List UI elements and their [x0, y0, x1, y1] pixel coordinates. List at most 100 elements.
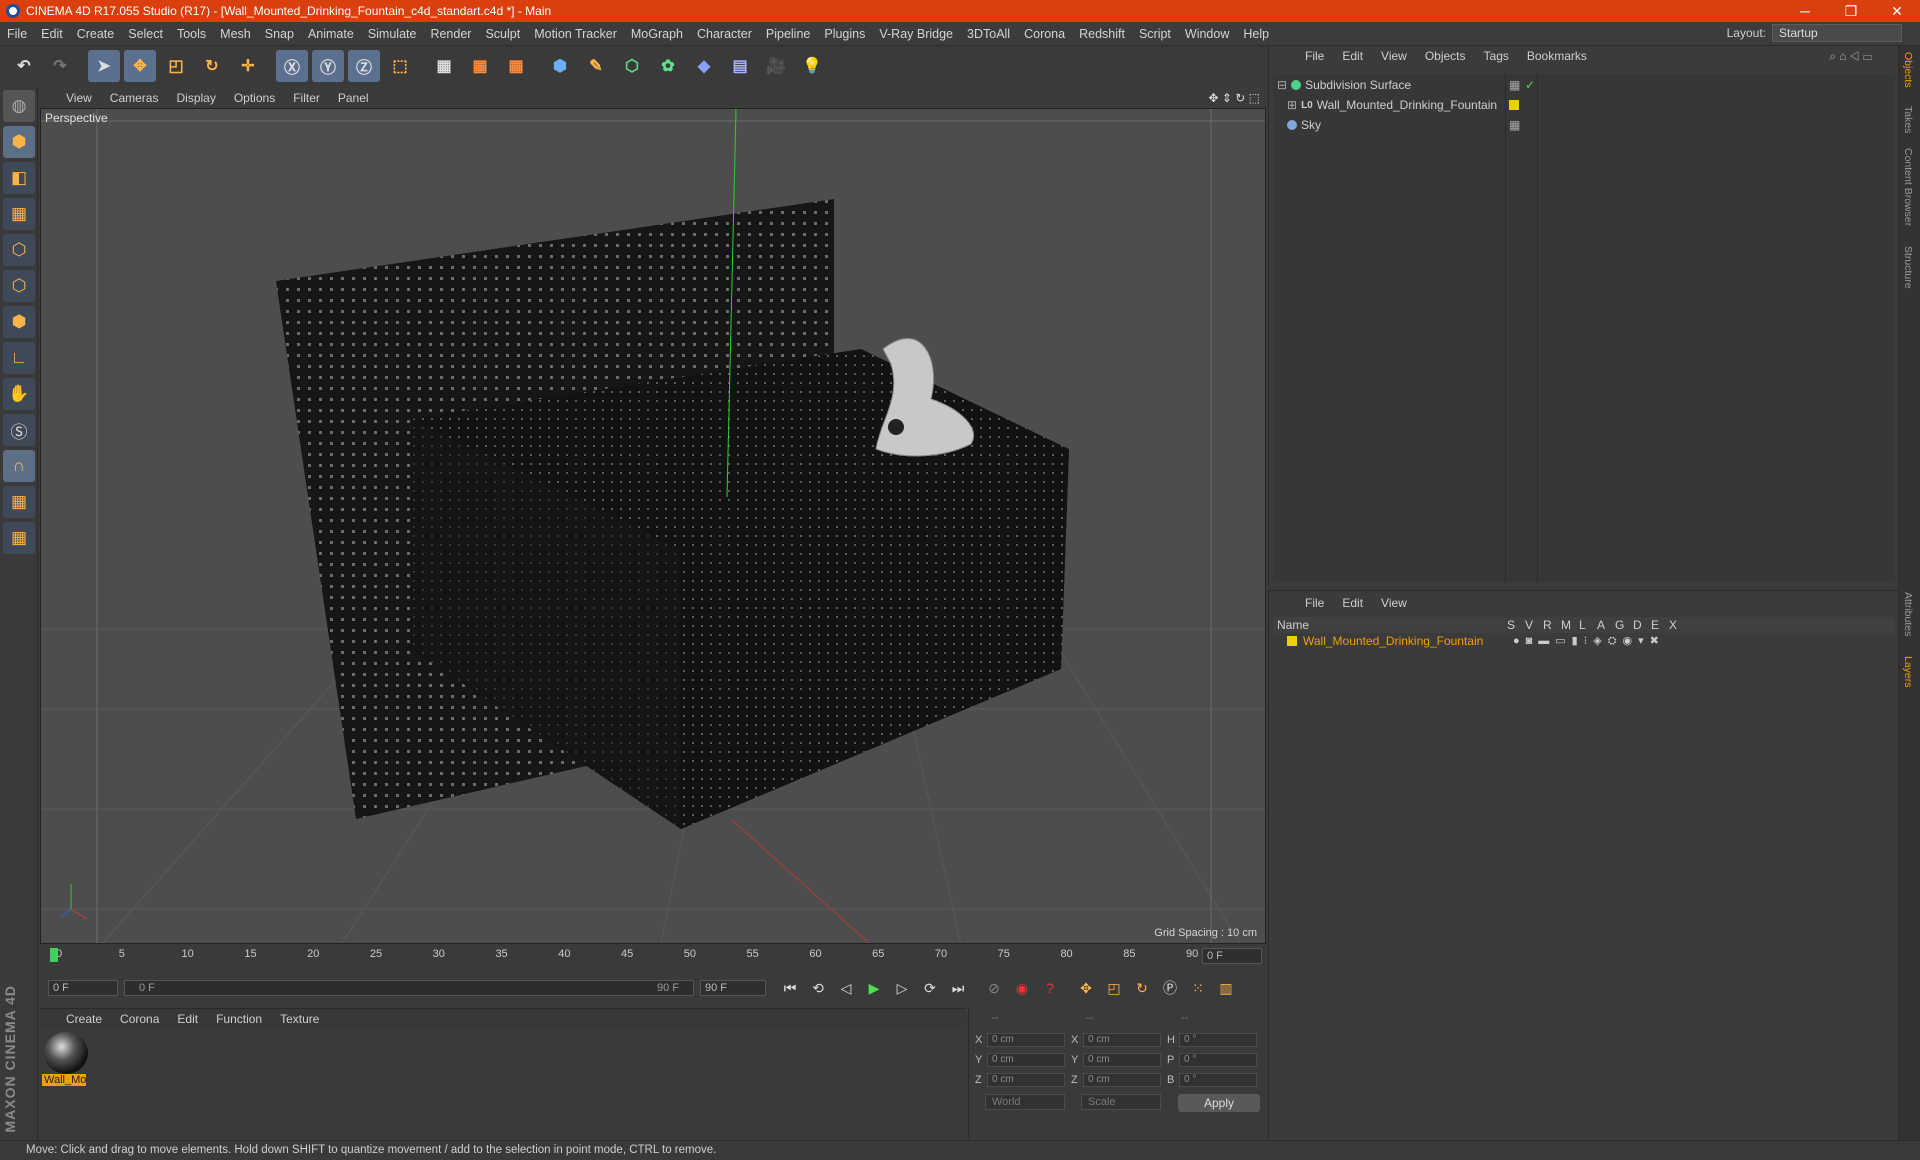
size-y-field[interactable]: 0 cm — [1083, 1053, 1161, 1067]
workplane-rotate-icon[interactable]: ▦ — [3, 522, 35, 554]
tab-attributes[interactable]: Attributes — [1902, 592, 1914, 636]
menu-vray-bridge[interactable]: V-Ray Bridge — [872, 27, 960, 41]
coordinate-mode-select[interactable]: World — [985, 1094, 1065, 1110]
points-mode-icon[interactable]: ⬡ — [3, 234, 35, 266]
coordinate-system-icon[interactable]: ⬚ — [384, 50, 416, 82]
redo-icon[interactable]: ↷ — [44, 50, 76, 82]
viewport-menu-filter[interactable]: Filter — [293, 91, 320, 105]
menu-select[interactable]: Select — [121, 27, 170, 41]
maximize-button[interactable]: ❐ — [1828, 0, 1874, 22]
viewport-menu-options[interactable]: Options — [234, 91, 275, 105]
object-menu-view[interactable]: View — [1381, 49, 1407, 63]
tab-content-browser[interactable]: Content Browser — [1902, 148, 1914, 226]
next-key-icon[interactable]: ⟳ — [918, 976, 942, 1000]
edges-mode-icon[interactable]: ⬡ — [3, 270, 35, 302]
key-rotation-icon[interactable]: ↻ — [1130, 976, 1154, 1000]
tree-row[interactable]: Sky ▦ — [1273, 116, 1895, 134]
keyframe-selection-icon[interactable]: ? — [1038, 976, 1062, 1000]
tree-row[interactable]: ⊞ L0 Wall_Mounted_Drinking_Fountain — [1273, 96, 1895, 114]
object-menu-tags[interactable]: Tags — [1484, 49, 1509, 63]
menu-animate[interactable]: Animate — [301, 27, 361, 41]
scale-tool-icon[interactable]: ◰ — [160, 50, 192, 82]
layer-color-swatch[interactable] — [1509, 100, 1519, 110]
timeline-ruler[interactable]: 0 5 10 15 20 25 30 35 40 45 50 55 60 65 70 75 80 85 90 0 F — [40, 944, 1266, 968]
transform-mode-select[interactable]: Scale — [1081, 1094, 1161, 1110]
layer-tag-icon[interactable]: ▦ — [1509, 78, 1520, 92]
model-mode-icon[interactable]: ⬢ — [3, 126, 35, 158]
tweak-mode-icon[interactable]: ✋ — [3, 378, 35, 410]
menu-tools[interactable]: Tools — [170, 27, 213, 41]
menu-character[interactable]: Character — [690, 27, 759, 41]
size-x-field[interactable]: 0 cm — [1083, 1033, 1161, 1047]
tab-objects[interactable]: Objects — [1902, 52, 1914, 88]
light-icon[interactable]: 💡 — [796, 50, 828, 82]
menu-script[interactable]: Script — [1132, 27, 1178, 41]
tree-row[interactable]: ⊟ Subdivision Surface ▦ ✓ — [1273, 76, 1895, 94]
menu-plugins[interactable]: Plugins — [817, 27, 872, 41]
render-picture-viewer-icon[interactable]: ▦ — [464, 50, 496, 82]
minimize-button[interactable]: ─ — [1782, 0, 1828, 22]
workplane-lock-icon[interactable]: ▦ — [3, 486, 35, 518]
layout-dropdown[interactable]: Startup — [1772, 24, 1902, 42]
camera-icon[interactable]: 🎥 — [760, 50, 792, 82]
frame-range-slider[interactable]: 0 F 90 F — [124, 980, 694, 996]
menu-mograph[interactable]: MoGraph — [624, 27, 690, 41]
rotation-h-field[interactable]: 0 ° — [1179, 1033, 1257, 1047]
tab-layers[interactable]: Layers — [1902, 656, 1914, 688]
layer-column-expressions[interactable]: E — [1651, 618, 1669, 632]
solo-icon[interactable]: Ⓢ — [3, 414, 35, 446]
tab-takes[interactable]: Takes — [1902, 106, 1914, 133]
make-editable-icon[interactable]: ◍ — [3, 90, 35, 122]
material-menu-texture[interactable]: Texture — [280, 1012, 319, 1026]
timeline-window-icon[interactable]: ▥ — [1214, 976, 1238, 1000]
menu-sculpt[interactable]: Sculpt — [478, 27, 527, 41]
end-frame-field[interactable]: 90 F — [700, 980, 766, 996]
layer-color-swatch[interactable] — [1287, 636, 1297, 646]
autokey-icon[interactable]: ◉ — [1010, 976, 1034, 1000]
viewport-navigation-icons[interactable]: ✥ ⇕ ↻ ⬚ — [1208, 91, 1260, 105]
key-pla-icon[interactable]: ⁙ — [1186, 976, 1210, 1000]
previous-key-icon[interactable]: ⟲ — [806, 976, 830, 1000]
transform-tool-icon[interactable]: ✛ — [232, 50, 264, 82]
render-settings-icon[interactable]: ▦ — [500, 50, 532, 82]
material-menu-create[interactable]: Create — [66, 1012, 102, 1026]
axis-mode-icon[interactable]: ∟ — [3, 342, 35, 374]
layer-name[interactable]: Wall_Mounted_Drinking_Fountain — [1303, 634, 1513, 648]
object-menu-edit[interactable]: Edit — [1342, 49, 1363, 63]
enabled-check-icon[interactable]: ✓ — [1525, 78, 1535, 92]
rotation-b-field[interactable]: 0 ° — [1179, 1073, 1257, 1087]
viewport-menu-cameras[interactable]: Cameras — [110, 91, 159, 105]
3d-viewport[interactable]: Perspective Grid Spacing : 10 cm — [40, 108, 1266, 944]
layer-column-render[interactable]: R — [1543, 618, 1561, 632]
viewport-menu-view[interactable]: View — [66, 91, 92, 105]
viewport-menu-panel[interactable]: Panel — [338, 91, 369, 105]
object-search-icon[interactable]: ⌕ ⌂ ◁ ▭ — [1829, 49, 1872, 64]
cube-primitive-icon[interactable]: ⬢ — [544, 50, 576, 82]
apply-button[interactable]: Apply — [1178, 1094, 1260, 1112]
go-to-start-icon[interactable]: ⏮ — [778, 976, 802, 1000]
close-button[interactable]: ✕ — [1874, 0, 1920, 22]
z-axis-lock-icon[interactable]: Ⓩ — [348, 50, 380, 82]
mograph-cloner-icon[interactable]: ✿ — [652, 50, 684, 82]
layer-menu-view[interactable]: View — [1381, 596, 1407, 610]
rotate-tool-icon[interactable]: ↻ — [196, 50, 228, 82]
move-tool-icon[interactable]: ✥ — [124, 50, 156, 82]
menu-create[interactable]: Create — [70, 27, 122, 41]
play-icon[interactable]: ▶ — [862, 976, 886, 1000]
menu-3dtoall[interactable]: 3DToAll — [960, 27, 1017, 41]
undo-icon[interactable]: ↶ — [8, 50, 40, 82]
layer-column-manager[interactable]: M — [1561, 618, 1579, 632]
start-frame-field[interactable]: 0 F — [48, 980, 118, 996]
layer-menu-file[interactable]: File — [1305, 596, 1324, 610]
workplane-icon[interactable]: ▦ — [3, 198, 35, 230]
layer-column-solo[interactable]: S — [1507, 618, 1525, 632]
object-name[interactable]: Wall_Mounted_Drinking_Fountain — [1317, 98, 1497, 112]
subdivision-surface-icon[interactable]: ⬡ — [616, 50, 648, 82]
object-menu-bookmarks[interactable]: Bookmarks — [1527, 49, 1587, 63]
key-scale-icon[interactable]: ◰ — [1102, 976, 1126, 1000]
tab-structure[interactable]: Structure — [1902, 246, 1914, 289]
layer-column-locked[interactable]: L — [1579, 618, 1597, 632]
previous-frame-icon[interactable]: ◁ — [834, 976, 858, 1000]
go-to-end-icon[interactable]: ⏭ — [946, 976, 970, 1000]
render-view-icon[interactable]: ▦ — [428, 50, 460, 82]
